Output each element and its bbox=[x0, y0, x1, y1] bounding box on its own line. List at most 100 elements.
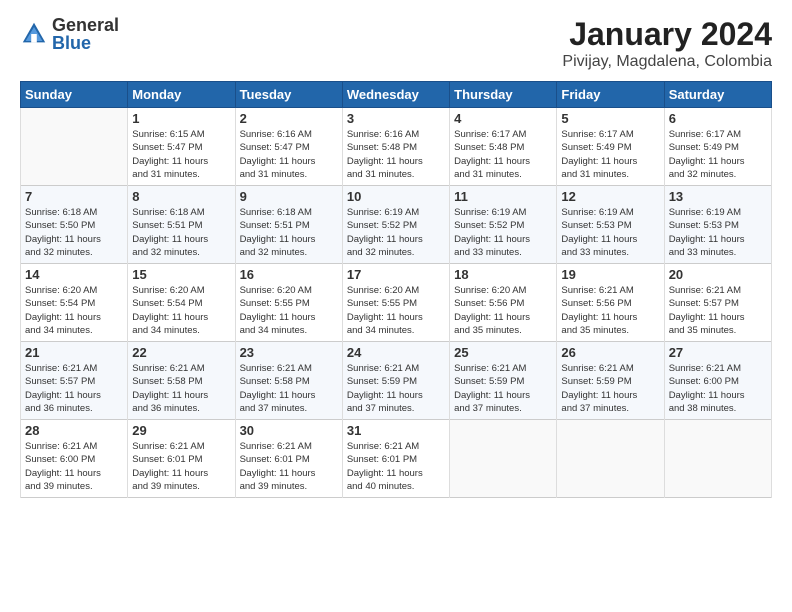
day-number: 24 bbox=[347, 345, 445, 360]
week-row-1: 1Sunrise: 6:15 AM Sunset: 5:47 PM Daylig… bbox=[21, 108, 772, 186]
day-info: Sunrise: 6:16 AM Sunset: 5:48 PM Dayligh… bbox=[347, 128, 445, 181]
day-number: 9 bbox=[240, 189, 338, 204]
day-number: 6 bbox=[669, 111, 767, 126]
col-friday: Friday bbox=[557, 82, 664, 108]
col-thursday: Thursday bbox=[450, 82, 557, 108]
day-number: 11 bbox=[454, 189, 552, 204]
week-row-2: 7Sunrise: 6:18 AM Sunset: 5:50 PM Daylig… bbox=[21, 186, 772, 264]
calendar-header: Sunday Monday Tuesday Wednesday Thursday… bbox=[21, 82, 772, 108]
day-info: Sunrise: 6:21 AM Sunset: 5:59 PM Dayligh… bbox=[454, 362, 552, 415]
day-cell: 4Sunrise: 6:17 AM Sunset: 5:48 PM Daylig… bbox=[450, 108, 557, 186]
day-number: 8 bbox=[132, 189, 230, 204]
day-number: 21 bbox=[25, 345, 123, 360]
day-cell: 22 Sunrise: 6:21 AM Sunset: 5:58 PM Dayli… bbox=[128, 342, 235, 420]
day-cell: 26 Sunrise: 6:21 AM Sunset: 5:59 PM Dayli… bbox=[557, 342, 664, 420]
day-cell: 6 Sunrise: 6:17 AM Sunset: 5:49 PM Daylig… bbox=[664, 108, 771, 186]
week-row-4: 21 Sunrise: 6:21 AM Sunset: 5:57 PM Dayli… bbox=[21, 342, 772, 420]
day-info: Sunrise: 6:21 AM Sunset: 5:57 PM Dayligh… bbox=[669, 284, 767, 337]
day-cell: 16Sunrise: 6:20 AM Sunset: 5:55 PM Dayli… bbox=[235, 264, 342, 342]
day-number: 29 bbox=[132, 423, 230, 438]
day-info: Sunrise: 6:17 AM Sunset: 5:49 PM Dayligh… bbox=[561, 128, 659, 181]
day-number: 22 bbox=[132, 345, 230, 360]
title-block: January 2024 Pivijay, Magdalena, Colombi… bbox=[562, 16, 772, 71]
day-cell: 5Sunrise: 6:17 AM Sunset: 5:49 PM Daylig… bbox=[557, 108, 664, 186]
col-monday: Monday bbox=[128, 82, 235, 108]
day-cell: 12Sunrise: 6:19 AM Sunset: 5:53 PM Dayli… bbox=[557, 186, 664, 264]
day-cell: 23 Sunrise: 6:21 AM Sunset: 5:58 PM Dayli… bbox=[235, 342, 342, 420]
day-number: 25 bbox=[454, 345, 552, 360]
day-cell: 30 Sunrise: 6:21 AM Sunset: 6:01 PM Dayli… bbox=[235, 420, 342, 498]
day-number: 28 bbox=[25, 423, 123, 438]
day-info: Sunrise: 6:21 AM Sunset: 6:01 PM Dayligh… bbox=[347, 440, 445, 493]
calendar-body: 1Sunrise: 6:15 AM Sunset: 5:47 PM Daylig… bbox=[21, 108, 772, 498]
day-cell bbox=[21, 108, 128, 186]
day-info: Sunrise: 6:21 AM Sunset: 5:59 PM Dayligh… bbox=[347, 362, 445, 415]
day-cell: 17Sunrise: 6:20 AM Sunset: 5:55 PM Dayli… bbox=[342, 264, 449, 342]
day-info: Sunrise: 6:16 AM Sunset: 5:47 PM Dayligh… bbox=[240, 128, 338, 181]
day-number: 27 bbox=[669, 345, 767, 360]
day-cell: 10Sunrise: 6:19 AM Sunset: 5:52 PM Dayli… bbox=[342, 186, 449, 264]
day-info: Sunrise: 6:21 AM Sunset: 5:59 PM Dayligh… bbox=[561, 362, 659, 415]
logo-general-text: General bbox=[52, 16, 119, 34]
day-cell: 25 Sunrise: 6:21 AM Sunset: 5:59 PM Dayli… bbox=[450, 342, 557, 420]
day-info: Sunrise: 6:21 AM Sunset: 6:01 PM Dayligh… bbox=[240, 440, 338, 493]
day-cell: 24 Sunrise: 6:21 AM Sunset: 5:59 PM Dayli… bbox=[342, 342, 449, 420]
week-row-5: 28 Sunrise: 6:21 AM Sunset: 6:00 PM Dayli… bbox=[21, 420, 772, 498]
day-number: 4 bbox=[454, 111, 552, 126]
day-number: 23 bbox=[240, 345, 338, 360]
day-cell: 20Sunrise: 6:21 AM Sunset: 5:57 PM Dayli… bbox=[664, 264, 771, 342]
day-cell: 28 Sunrise: 6:21 AM Sunset: 6:00 PM Dayli… bbox=[21, 420, 128, 498]
day-info: Sunrise: 6:15 AM Sunset: 5:47 PM Dayligh… bbox=[132, 128, 230, 181]
day-cell: 8 Sunrise: 6:18 AM Sunset: 5:51 PM Daylig… bbox=[128, 186, 235, 264]
day-info: Sunrise: 6:18 AM Sunset: 5:51 PM Dayligh… bbox=[132, 206, 230, 259]
col-saturday: Saturday bbox=[664, 82, 771, 108]
day-number: 30 bbox=[240, 423, 338, 438]
day-info: Sunrise: 6:19 AM Sunset: 5:52 PM Dayligh… bbox=[454, 206, 552, 259]
day-info: Sunrise: 6:21 AM Sunset: 5:57 PM Dayligh… bbox=[25, 362, 123, 415]
day-cell: 11 Sunrise: 6:19 AM Sunset: 5:52 PM Dayli… bbox=[450, 186, 557, 264]
day-cell bbox=[557, 420, 664, 498]
day-number: 18 bbox=[454, 267, 552, 282]
day-info: Sunrise: 6:20 AM Sunset: 5:54 PM Dayligh… bbox=[25, 284, 123, 337]
day-number: 19 bbox=[561, 267, 659, 282]
month-title: January 2024 bbox=[562, 16, 772, 53]
day-cell bbox=[664, 420, 771, 498]
day-cell: 18 Sunrise: 6:20 AM Sunset: 5:56 PM Dayli… bbox=[450, 264, 557, 342]
day-cell: 27 Sunrise: 6:21 AM Sunset: 6:00 PM Dayli… bbox=[664, 342, 771, 420]
logo-blue-text: Blue bbox=[52, 34, 119, 52]
day-cell: 21 Sunrise: 6:21 AM Sunset: 5:57 PM Dayli… bbox=[21, 342, 128, 420]
day-info: Sunrise: 6:20 AM Sunset: 5:54 PM Dayligh… bbox=[132, 284, 230, 337]
calendar-table: Sunday Monday Tuesday Wednesday Thursday… bbox=[20, 81, 772, 498]
day-number: 14 bbox=[25, 267, 123, 282]
day-info: Sunrise: 6:21 AM Sunset: 6:00 PM Dayligh… bbox=[25, 440, 123, 493]
day-info: Sunrise: 6:21 AM Sunset: 5:58 PM Dayligh… bbox=[240, 362, 338, 415]
page: General Blue January 2024 Pivijay, Magda… bbox=[0, 0, 792, 612]
day-cell: 1Sunrise: 6:15 AM Sunset: 5:47 PM Daylig… bbox=[128, 108, 235, 186]
logo-icon bbox=[20, 20, 48, 48]
day-info: Sunrise: 6:20 AM Sunset: 5:56 PM Dayligh… bbox=[454, 284, 552, 337]
day-info: Sunrise: 6:21 AM Sunset: 5:58 PM Dayligh… bbox=[132, 362, 230, 415]
day-cell: 2Sunrise: 6:16 AM Sunset: 5:47 PM Daylig… bbox=[235, 108, 342, 186]
col-tuesday: Tuesday bbox=[235, 82, 342, 108]
day-info: Sunrise: 6:21 AM Sunset: 6:00 PM Dayligh… bbox=[669, 362, 767, 415]
day-info: Sunrise: 6:17 AM Sunset: 5:49 PM Dayligh… bbox=[669, 128, 767, 181]
header-row: Sunday Monday Tuesday Wednesday Thursday… bbox=[21, 82, 772, 108]
day-number: 3 bbox=[347, 111, 445, 126]
day-info: Sunrise: 6:21 AM Sunset: 6:01 PM Dayligh… bbox=[132, 440, 230, 493]
day-number: 26 bbox=[561, 345, 659, 360]
day-number: 31 bbox=[347, 423, 445, 438]
day-cell bbox=[450, 420, 557, 498]
col-sunday: Sunday bbox=[21, 82, 128, 108]
day-info: Sunrise: 6:21 AM Sunset: 5:56 PM Dayligh… bbox=[561, 284, 659, 337]
week-row-3: 14 Sunrise: 6:20 AM Sunset: 5:54 PM Dayli… bbox=[21, 264, 772, 342]
header: General Blue January 2024 Pivijay, Magda… bbox=[20, 16, 772, 71]
logo: General Blue bbox=[20, 16, 119, 52]
day-number: 13 bbox=[669, 189, 767, 204]
day-cell: 29 Sunrise: 6:21 AM Sunset: 6:01 PM Dayli… bbox=[128, 420, 235, 498]
logo-text: General Blue bbox=[52, 16, 119, 52]
day-number: 16 bbox=[240, 267, 338, 282]
col-wednesday: Wednesday bbox=[342, 82, 449, 108]
location-title: Pivijay, Magdalena, Colombia bbox=[562, 53, 772, 71]
day-number: 15 bbox=[132, 267, 230, 282]
day-info: Sunrise: 6:19 AM Sunset: 5:52 PM Dayligh… bbox=[347, 206, 445, 259]
